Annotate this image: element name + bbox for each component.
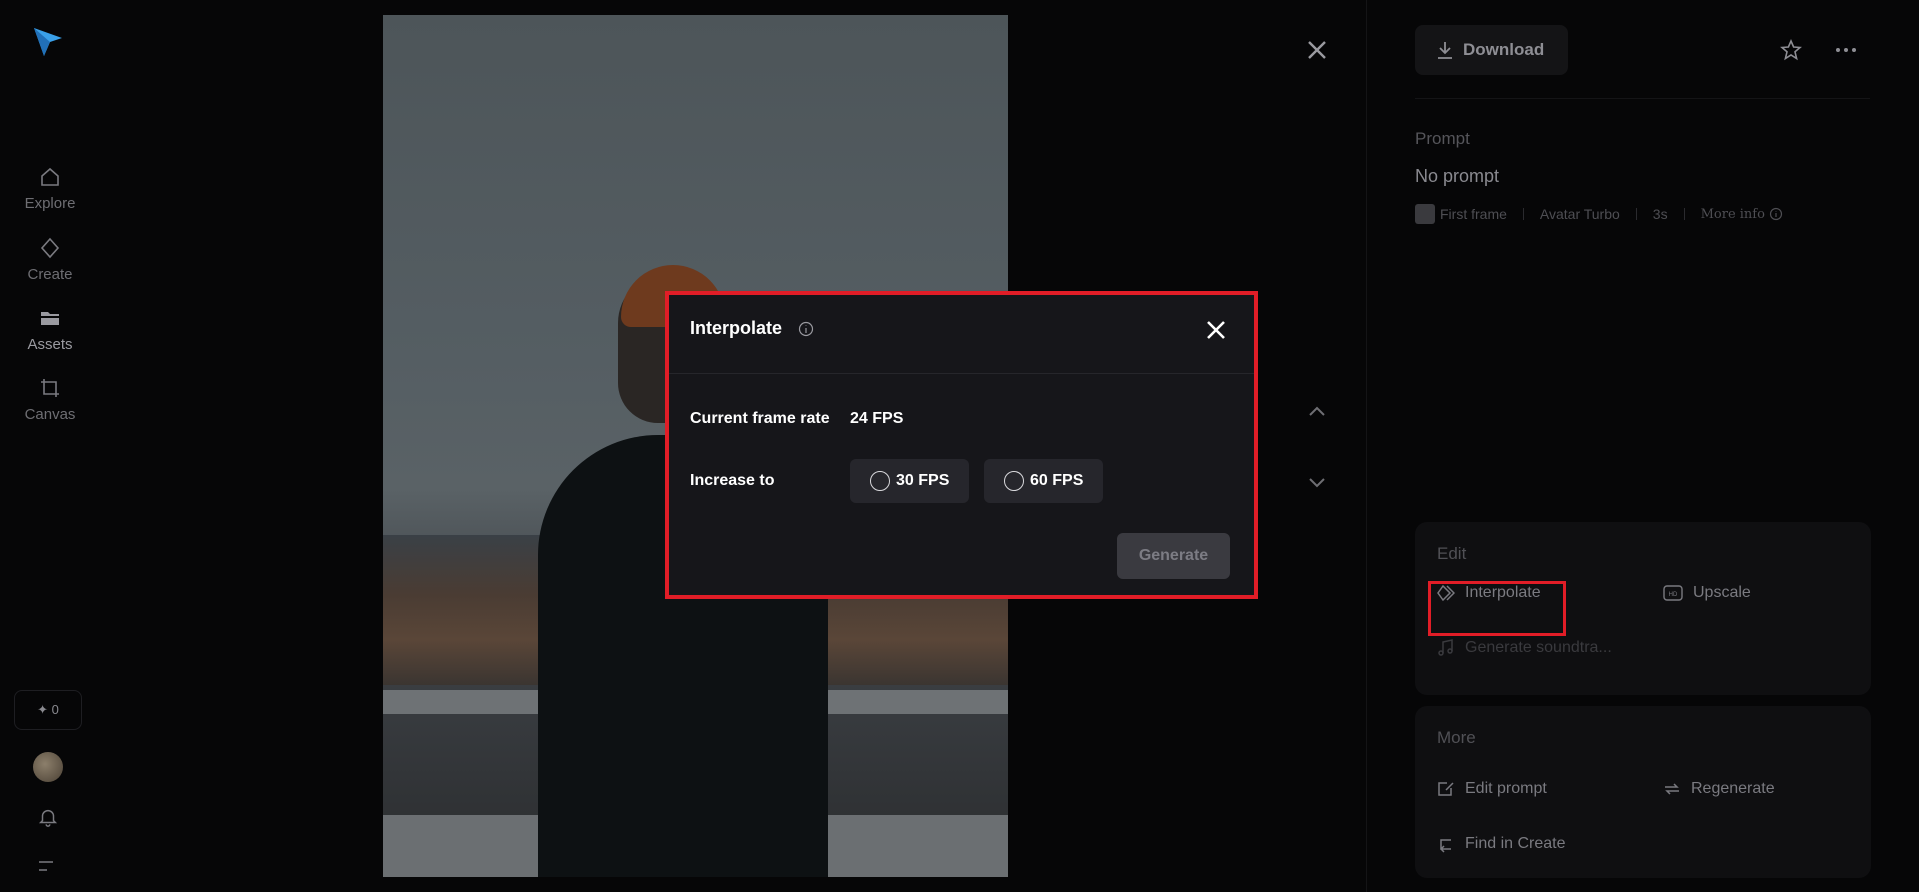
- more-options-icon[interactable]: [1834, 40, 1858, 60]
- duration-label: 3s: [1652, 206, 1668, 222]
- first-frame-thumbnail: [1415, 204, 1435, 224]
- nav-create-label: Create: [27, 266, 73, 283]
- regenerate-button[interactable]: Regenerate: [1663, 780, 1775, 798]
- prompt-text: No prompt: [1415, 166, 1500, 186]
- model-label: Avatar Turbo: [1539, 206, 1620, 222]
- meta-separator: [1683, 208, 1685, 220]
- chevron-down-icon[interactable]: [1305, 470, 1329, 494]
- folder-icon: [41, 312, 59, 325]
- music-note-icon: [1438, 639, 1453, 656]
- radio-30-fps[interactable]: [870, 471, 890, 491]
- nav-assets[interactable]: Assets: [0, 306, 100, 353]
- diamond-icon: [40, 237, 60, 259]
- svg-text:HD: HD: [1669, 592, 1678, 598]
- chevron-up-icon[interactable]: [1305, 400, 1329, 424]
- nav-create[interactable]: Create: [0, 236, 100, 283]
- generate-soundtrack-label: Generate soundtra...: [1465, 639, 1612, 656]
- nav-explore[interactable]: Explore: [0, 165, 100, 212]
- generate-button[interactable]: Generate: [1117, 533, 1230, 579]
- find-in-create-button[interactable]: Find in Create: [1437, 835, 1566, 853]
- meta-separator: [1522, 208, 1524, 220]
- generate-soundtrack-button[interactable]: Generate soundtra...: [1437, 639, 1612, 657]
- media-meta: First frame Avatar Turbo 3s More info: [1415, 204, 1783, 224]
- nav-canvas-label: Canvas: [24, 406, 76, 423]
- crop-icon: [41, 379, 59, 397]
- radio-60-fps[interactable]: [1004, 471, 1024, 491]
- menu-icon[interactable]: [37, 858, 59, 874]
- more-card-title: More: [1437, 728, 1476, 747]
- refresh-icon: [1665, 783, 1679, 795]
- edit-card-title: Edit: [1437, 544, 1467, 563]
- bell-icon[interactable]: [37, 806, 59, 828]
- panel-divider: [1366, 0, 1367, 892]
- credits-badge[interactable]: ✦ 0: [14, 690, 82, 730]
- nav-assets-label: Assets: [27, 336, 73, 353]
- return-icon: [1439, 839, 1451, 853]
- close-icon[interactable]: [1305, 38, 1329, 62]
- edit-icon: [1438, 782, 1454, 796]
- edit-prompt-label: Edit prompt: [1465, 780, 1547, 797]
- upscale-label: Upscale: [1693, 584, 1751, 601]
- logo-icon[interactable]: [30, 24, 66, 60]
- nav-explore-label: Explore: [24, 195, 76, 212]
- info-icon[interactable]: [798, 321, 814, 337]
- fps-30-label: 30 FPS: [896, 472, 950, 489]
- modal-header: Interpolate: [665, 291, 1258, 374]
- find-in-create-label: Find in Create: [1465, 835, 1566, 852]
- download-icon: [1438, 42, 1452, 59]
- fps-30-option[interactable]: 30 FPS: [850, 459, 969, 503]
- home-icon: [41, 167, 59, 186]
- hd-icon: HD: [1663, 585, 1683, 601]
- fps-60-label: 60 FPS: [1030, 472, 1084, 489]
- regenerate-label: Regenerate: [1691, 780, 1775, 797]
- left-nav: Explore Create Assets Canvas ✦ 0: [0, 0, 100, 892]
- modal-title: Interpolate: [690, 318, 783, 338]
- interpolate-highlight: [1428, 581, 1566, 636]
- meta-separator: [1635, 208, 1637, 220]
- interpolate-modal: Interpolate Current frame rate 24 FPS In…: [665, 291, 1258, 599]
- more-card: More Edit prompt Regenerate Find in Crea…: [1415, 706, 1871, 878]
- current-frame-rate-label: Current frame rate: [690, 410, 830, 427]
- panel-separator: [1415, 98, 1870, 99]
- avatar[interactable]: [33, 752, 63, 782]
- first-frame-label[interactable]: First frame: [1440, 206, 1507, 222]
- edit-prompt-button[interactable]: Edit prompt: [1437, 780, 1547, 798]
- star-icon[interactable]: [1779, 38, 1803, 62]
- download-button[interactable]: Download: [1415, 25, 1568, 75]
- prompt-label: Prompt: [1415, 129, 1470, 148]
- more-info-link[interactable]: More info: [1701, 207, 1765, 222]
- upscale-button[interactable]: HD Upscale: [1663, 584, 1751, 602]
- nav-canvas[interactable]: Canvas: [0, 376, 100, 423]
- download-label: Download: [1463, 40, 1545, 59]
- close-icon[interactable]: [1205, 319, 1227, 341]
- increase-to-label: Increase to: [690, 472, 775, 489]
- current-frame-rate-value: 24 FPS: [850, 410, 904, 427]
- fps-60-option[interactable]: 60 FPS: [984, 459, 1103, 503]
- info-icon: [1769, 207, 1783, 221]
